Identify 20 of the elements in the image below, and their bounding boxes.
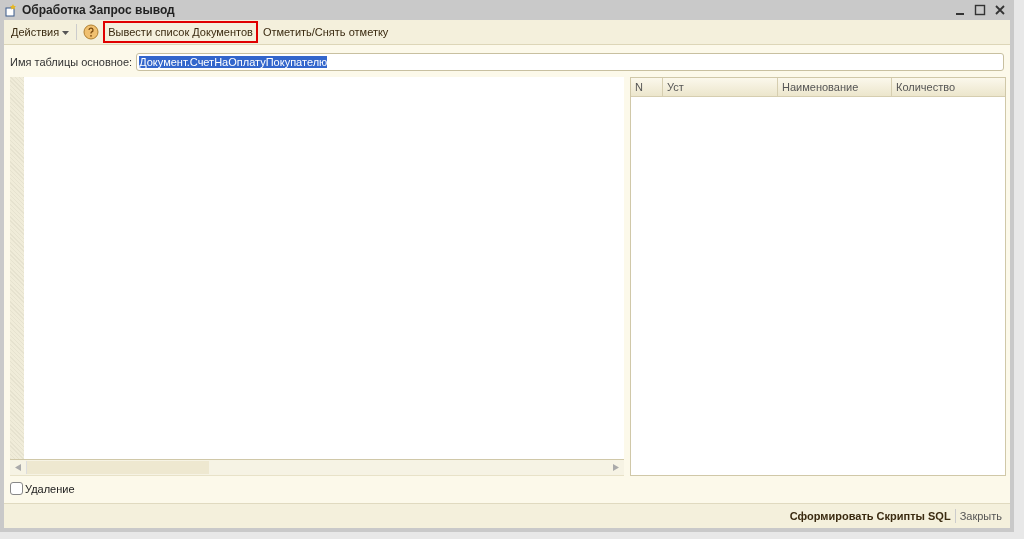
- column-header[interactable]: N: [631, 78, 663, 96]
- right-arrow-icon[interactable]: [613, 464, 619, 471]
- close-icon[interactable]: [994, 4, 1006, 16]
- checkbox-label: Удаление: [25, 482, 75, 495]
- toolbar-button[interactable]: Вывести список Документов: [103, 21, 258, 43]
- document-icon: [4, 3, 18, 17]
- maximize-icon[interactable]: [974, 4, 986, 16]
- caret-icon: [62, 31, 70, 36]
- actions-menu[interactable]: Действия: [6, 21, 75, 43]
- footer-button[interactable]: Закрыть: [955, 510, 1006, 522]
- table-name-field[interactable]: Документ.СчетНаОплатуПокупателю: [136, 53, 1004, 71]
- column-header[interactable]: Уст: [663, 78, 778, 96]
- footer-button[interactable]: Сформировать Скрипты SQL: [785, 510, 955, 522]
- left-arrow-icon[interactable]: [15, 464, 21, 471]
- checkbox[interactable]: [10, 482, 23, 495]
- column-header[interactable]: Наименование: [778, 78, 892, 96]
- window-title: Обработка Запрос вывод: [22, 3, 175, 17]
- toolbar-button[interactable]: Отметить/Снять отметку: [257, 21, 394, 43]
- column-header[interactable]: Количество: [892, 78, 1005, 96]
- field-label: Имя таблицы основное:: [10, 56, 133, 68]
